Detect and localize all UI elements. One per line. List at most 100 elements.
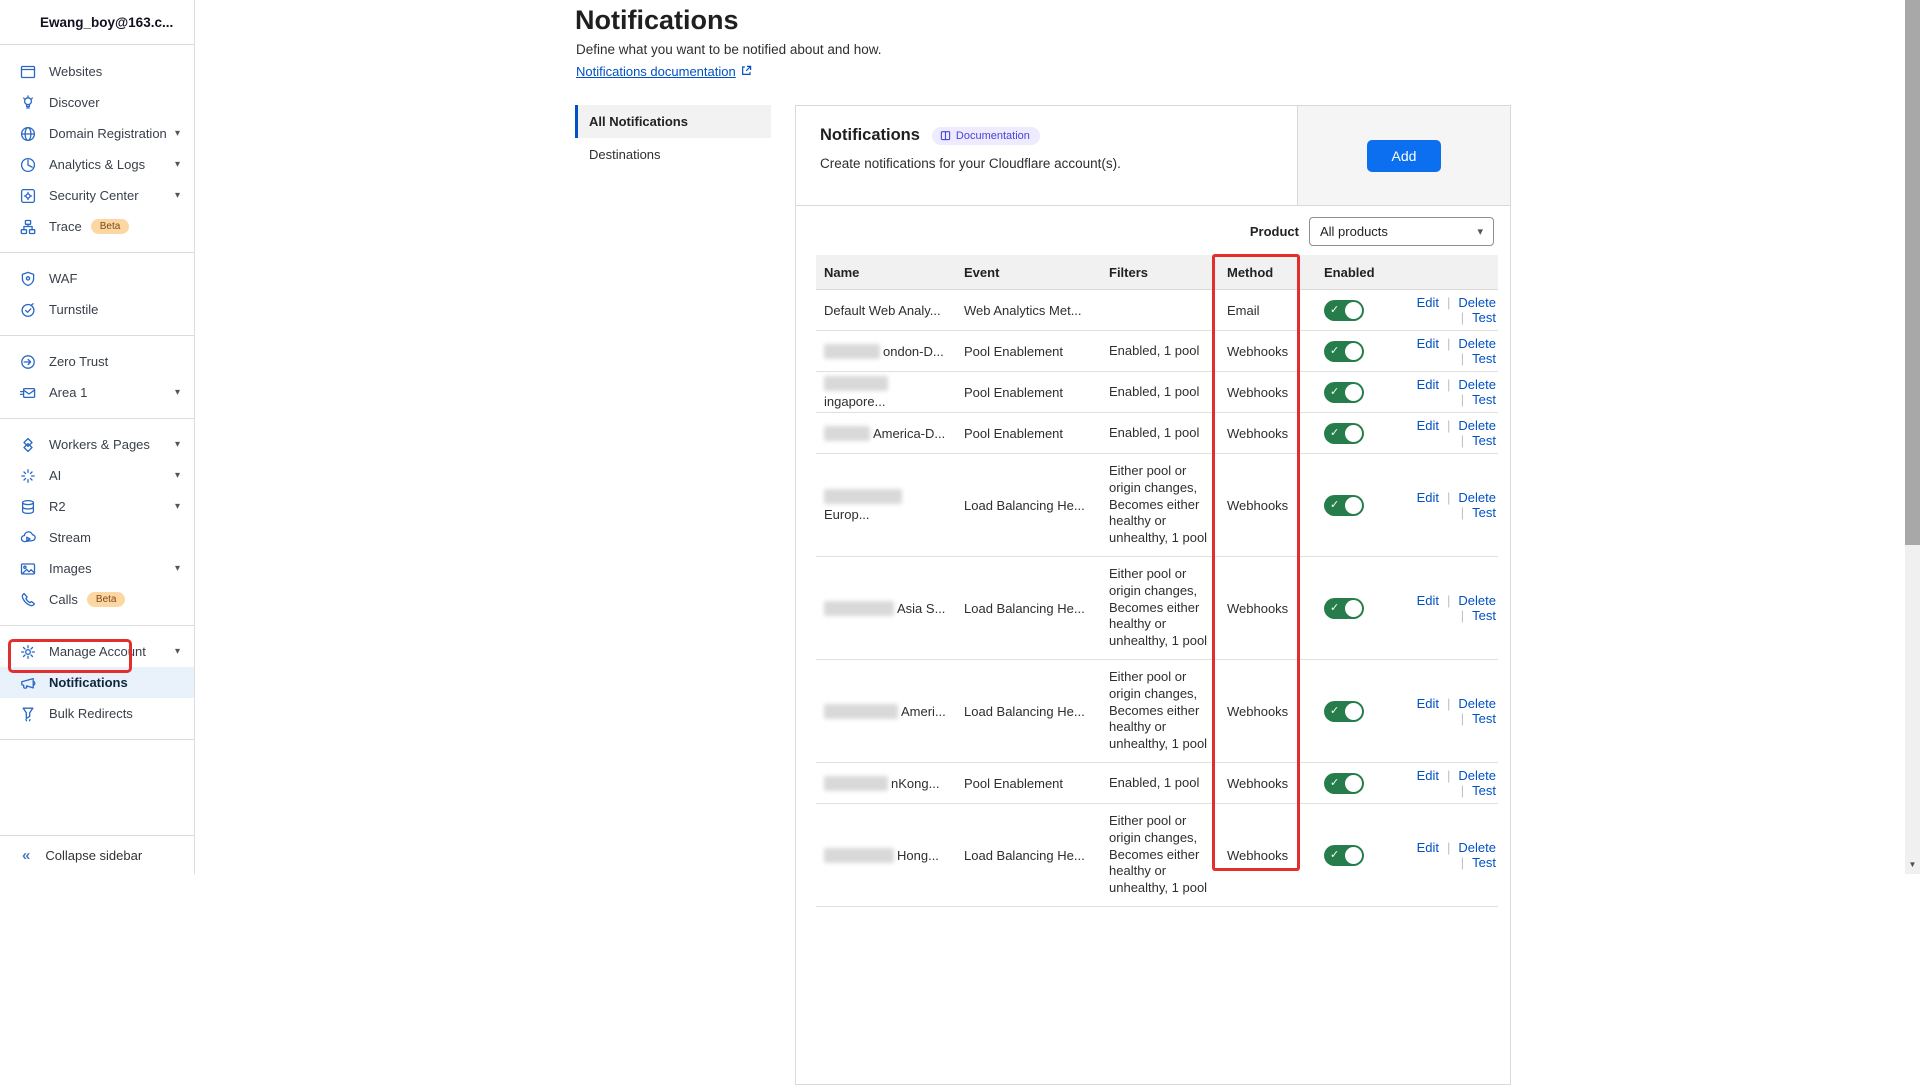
account-switcher[interactable]: Ewang_boy@163.c...	[0, 0, 194, 45]
delete-link[interactable]: Delete	[1439, 418, 1496, 433]
sidebar-item-calls[interactable]: Calls Beta	[0, 584, 194, 615]
sidebar-item-label: Notifications	[49, 675, 128, 690]
tab-destinations[interactable]: Destinations	[575, 138, 771, 171]
sidebar-item-area-1[interactable]: Area 1	[0, 377, 194, 408]
sidebar-item-websites[interactable]: Websites	[0, 56, 194, 87]
sidebar-item-discover[interactable]: Discover	[0, 87, 194, 118]
redacted-text	[824, 601, 894, 616]
test-link[interactable]: Test	[1453, 608, 1496, 623]
edit-link[interactable]: Edit	[1417, 696, 1439, 711]
sidebar-item-r2[interactable]: R2	[0, 491, 194, 522]
sidebar-item-waf[interactable]: WAF	[0, 263, 194, 294]
chevron-down-icon	[175, 439, 180, 450]
notifications-documentation-link[interactable]: Notifications documentation	[576, 64, 752, 79]
enabled-toggle[interactable]: ✓	[1324, 300, 1364, 321]
sidebar-item-stream[interactable]: Stream	[0, 522, 194, 553]
sidebar-item-trace[interactable]: Trace Beta	[0, 211, 194, 242]
delete-link[interactable]: Delete	[1439, 696, 1496, 711]
filters-cell: Enabled, 1 pool	[1101, 384, 1219, 401]
delete-link[interactable]: Delete	[1439, 840, 1496, 855]
documentation-badge[interactable]: Documentation	[932, 127, 1040, 145]
scrollbar-down-arrow[interactable]: ▼	[1905, 860, 1920, 869]
test-link[interactable]: Test	[1453, 351, 1496, 366]
waf-shield-icon	[20, 271, 36, 287]
enabled-toggle[interactable]: ✓	[1324, 423, 1364, 444]
delete-link[interactable]: Delete	[1439, 768, 1496, 783]
test-link[interactable]: Test	[1453, 310, 1496, 325]
security-icon	[20, 188, 36, 204]
page-scrollbar[interactable]: ▼	[1905, 0, 1920, 874]
column-header-method: Method	[1219, 265, 1316, 280]
gear-icon	[20, 644, 36, 660]
filters-cell: Either pool or origin changes, Becomes e…	[1101, 669, 1219, 752]
toggle-knob	[1345, 497, 1362, 514]
table-row: Europ... Load Balancing He... Either poo…	[816, 454, 1498, 557]
sidebar-item-label: Analytics & Logs	[49, 157, 145, 172]
notification-name-cell: Ameri...	[816, 704, 956, 719]
test-link[interactable]: Test	[1453, 433, 1496, 448]
toggle-knob	[1345, 703, 1362, 720]
sidebar-item-label: WAF	[49, 271, 77, 286]
sidebar-item-ai[interactable]: AI	[0, 460, 194, 491]
enabled-toggle[interactable]: ✓	[1324, 495, 1364, 516]
sidebar-item-turnstile[interactable]: Turnstile	[0, 294, 194, 325]
workers-icon	[20, 437, 36, 453]
collapse-sidebar-button[interactable]: « Collapse sidebar	[0, 835, 194, 874]
phone-icon	[20, 592, 36, 608]
edit-link[interactable]: Edit	[1417, 336, 1439, 351]
row-actions: EditDeleteTest	[1396, 418, 1498, 448]
product-select[interactable]: All products	[1309, 217, 1494, 246]
enabled-toggle[interactable]: ✓	[1324, 341, 1364, 362]
edit-link[interactable]: Edit	[1417, 490, 1439, 505]
delete-link[interactable]: Delete	[1439, 377, 1496, 392]
sidebar-item-workers-pages[interactable]: Workers & Pages	[0, 429, 194, 460]
enabled-toggle[interactable]: ✓	[1324, 845, 1364, 866]
enabled-toggle[interactable]: ✓	[1324, 598, 1364, 619]
sidebar-item-label: Domain Registration	[49, 126, 167, 141]
row-actions: EditDeleteTest	[1396, 295, 1498, 325]
sidebar-item-notifications[interactable]: Notifications	[0, 667, 194, 698]
enabled-toggle[interactable]: ✓	[1324, 701, 1364, 722]
row-actions: EditDeleteTest	[1396, 840, 1498, 870]
edit-link[interactable]: Edit	[1417, 768, 1439, 783]
collapse-sidebar-label: Collapse sidebar	[45, 848, 142, 863]
database-icon	[20, 499, 36, 515]
enabled-toggle[interactable]: ✓	[1324, 773, 1364, 794]
row-actions: EditDeleteTest	[1396, 490, 1498, 520]
sidebar-item-domain-registration[interactable]: Domain Registration	[0, 118, 194, 149]
edit-link[interactable]: Edit	[1417, 418, 1439, 433]
delete-link[interactable]: Delete	[1439, 490, 1496, 505]
sidebar-item-security-center[interactable]: Security Center	[0, 180, 194, 211]
table-row: Hong... Load Balancing He... Either pool…	[816, 804, 1498, 907]
delete-link[interactable]: Delete	[1439, 336, 1496, 351]
redacted-text	[824, 848, 894, 863]
test-link[interactable]: Test	[1453, 783, 1496, 798]
test-link[interactable]: Test	[1453, 855, 1496, 870]
sidebar-item-analytics-logs[interactable]: Analytics & Logs	[0, 149, 194, 180]
sidebar-item-label: Trace	[49, 219, 82, 234]
notification-name-cell: nKong...	[816, 776, 956, 791]
sidebar-item-bulk-redirects[interactable]: Bulk Redirects	[0, 698, 194, 729]
add-button[interactable]: Add	[1367, 140, 1442, 172]
test-link[interactable]: Test	[1453, 711, 1496, 726]
tab-all-notifications[interactable]: All Notifications	[575, 105, 771, 138]
scrollbar-thumb[interactable]	[1905, 0, 1920, 545]
test-link[interactable]: Test	[1453, 392, 1496, 407]
edit-link[interactable]: Edit	[1417, 295, 1439, 310]
sidebar-item-zero-trust[interactable]: Zero Trust	[0, 346, 194, 377]
delete-link[interactable]: Delete	[1439, 295, 1496, 310]
sidebar-nav: Websites Discover Domain Registration An…	[0, 45, 194, 740]
collapse-chevrons-icon: «	[22, 847, 30, 864]
sidebar-item-manage-account[interactable]: Manage Account	[0, 636, 194, 667]
sidebar-item-images[interactable]: Images	[0, 553, 194, 584]
notification-name: Default Web Analy...	[824, 303, 941, 318]
table-row: Ameri... Load Balancing He... Either poo…	[816, 660, 1498, 763]
test-link[interactable]: Test	[1453, 505, 1496, 520]
edit-link[interactable]: Edit	[1417, 377, 1439, 392]
product-filter-label: Product	[1250, 224, 1299, 239]
edit-link[interactable]: Edit	[1417, 840, 1439, 855]
delete-link[interactable]: Delete	[1439, 593, 1496, 608]
edit-link[interactable]: Edit	[1417, 593, 1439, 608]
sidebar-item-label: Manage Account	[49, 644, 146, 659]
enabled-toggle[interactable]: ✓	[1324, 382, 1364, 403]
